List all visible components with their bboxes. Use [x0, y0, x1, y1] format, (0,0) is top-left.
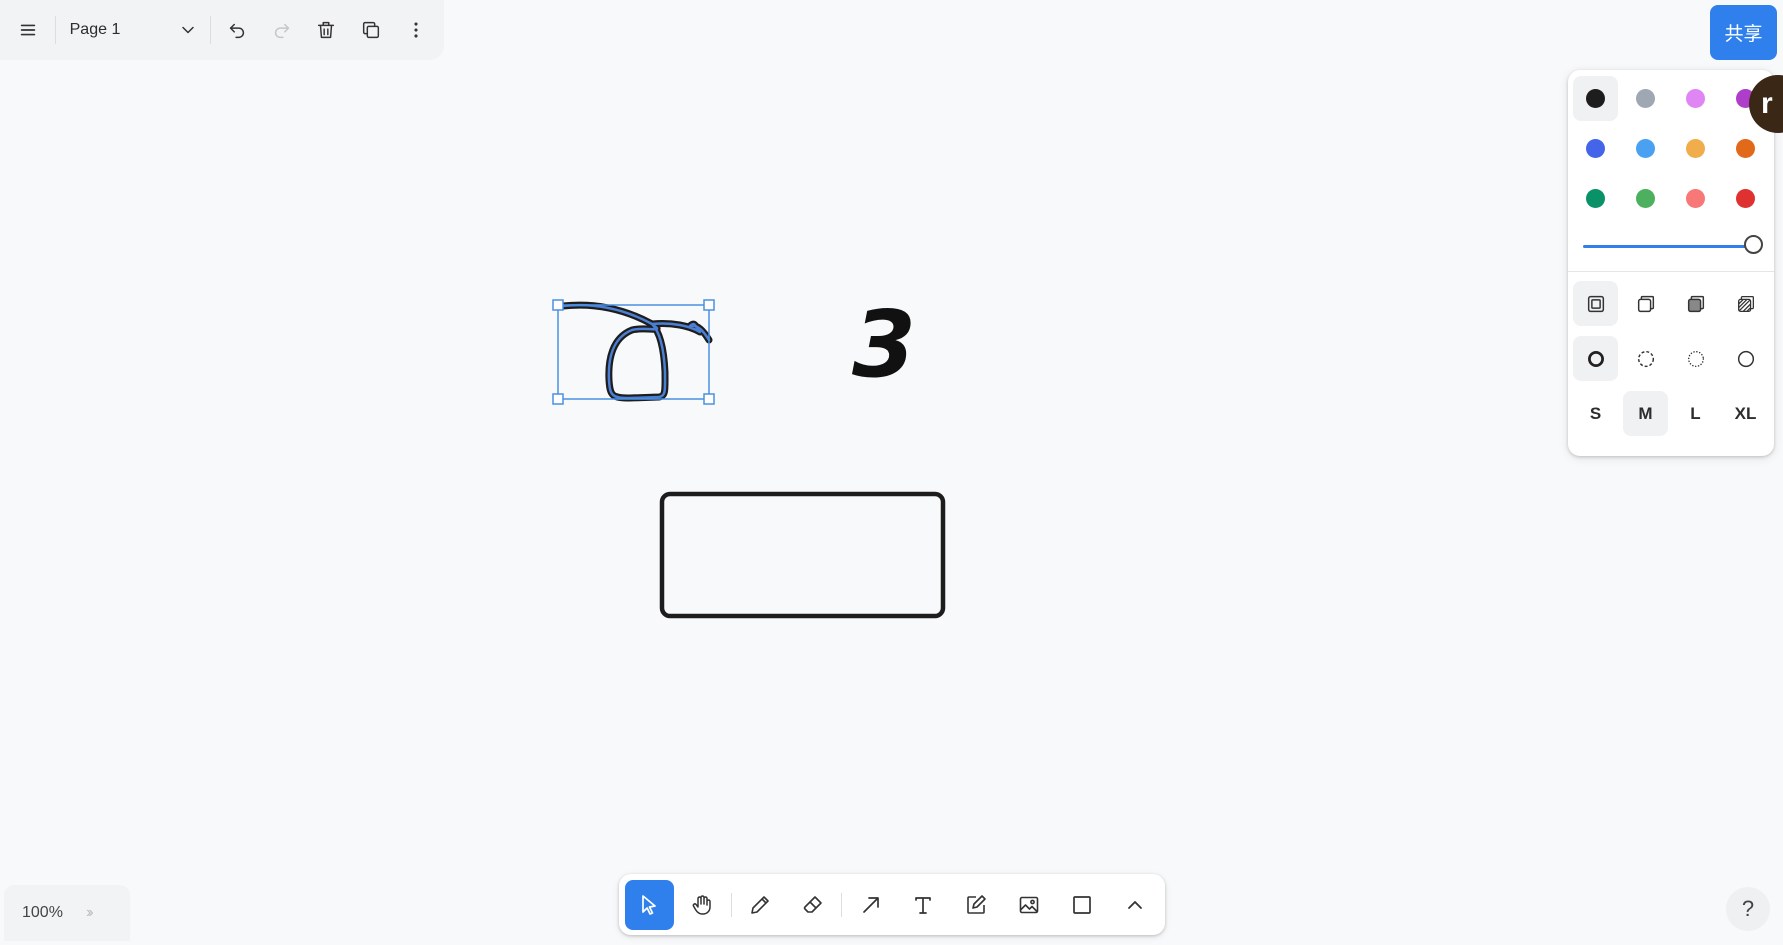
- resize-handle: [703, 299, 715, 311]
- image-tool[interactable]: [1005, 880, 1054, 930]
- text-shape[interactable]: 3: [852, 291, 916, 398]
- freehand-drawing[interactable]: [559, 301, 713, 402]
- rectangle-icon: [1072, 895, 1091, 914]
- navigation-panel: 100% ››: [4, 885, 130, 941]
- eraser-icon: [803, 895, 822, 913]
- image-icon: [1019, 896, 1039, 913]
- hand-icon: [692, 894, 711, 915]
- text-icon: [915, 896, 932, 914]
- cursor-icon: [642, 894, 657, 915]
- more-tools[interactable]: [1110, 880, 1159, 930]
- arrow-icon: [862, 896, 879, 913]
- help-button[interactable]: ?: [1726, 887, 1770, 931]
- arrow-tool[interactable]: [846, 880, 895, 930]
- resize-handle: [552, 299, 564, 311]
- resize-handle: [552, 393, 564, 405]
- rectangle-shape[interactable]: [659, 491, 946, 619]
- canvas[interactable]: 3: [0, 0, 1783, 945]
- resize-handle: [703, 393, 715, 405]
- draw-tool[interactable]: [736, 880, 785, 930]
- text-tool[interactable]: [899, 880, 948, 930]
- pencil-icon: [751, 895, 769, 914]
- help-label: ?: [1741, 896, 1755, 921]
- note-icon: [967, 894, 987, 914]
- eraser-tool[interactable]: [788, 880, 837, 930]
- expand-minimap-icon[interactable]: ››: [86, 904, 93, 922]
- divider: [841, 892, 843, 917]
- select-tool[interactable]: [625, 879, 674, 930]
- divider: [730, 892, 732, 917]
- chevron-up-icon: [1127, 900, 1142, 909]
- rectangle-tool[interactable]: [1057, 880, 1106, 930]
- hand-tool[interactable]: [678, 880, 727, 930]
- zoom-level[interactable]: 100%: [22, 904, 86, 922]
- main-toolbar: [619, 874, 1165, 935]
- note-tool[interactable]: [952, 880, 1001, 930]
